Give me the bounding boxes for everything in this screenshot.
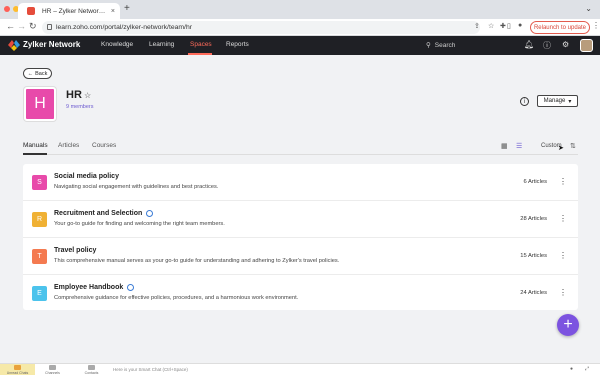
star-icon[interactable]: ☆ xyxy=(84,91,91,100)
more-options-icon[interactable]: ⋮ xyxy=(559,251,567,260)
smart-chat-input[interactable]: Here is your Smart Chat (Ctrl+Space) xyxy=(113,367,188,372)
browser-tab-strip: HR – Zylker Network – Zoho L... × + ⌄ xyxy=(0,0,600,19)
manual-title: Social media policy xyxy=(54,173,119,180)
expand-icon[interactable]: ⤢ xyxy=(585,366,589,372)
address-bar-row: ← → ↻ learn.zoho.com/portal/zylker-netwo… xyxy=(0,19,600,36)
manual-description: Your go-to guide for finding and welcomi… xyxy=(54,221,225,227)
back-button[interactable]: ← Back xyxy=(23,68,52,79)
url-field[interactable]: learn.zoho.com/portal/zylker-network/tea… xyxy=(42,21,480,34)
user-avatar[interactable] xyxy=(580,39,593,52)
content-tabs: Manuals Articles Courses ▦ ☰ Custom ➤ ⇅ xyxy=(23,142,578,155)
manual-title: Travel policy xyxy=(54,247,97,254)
manual-description: Comprehensive guidance for effective pol… xyxy=(54,295,299,301)
sidebar-icon[interactable]: ▯ xyxy=(507,22,511,30)
article-count: 28 Articles xyxy=(520,216,547,222)
manage-button[interactable]: Manage ▾ xyxy=(537,95,578,107)
extensions-icon[interactable]: ✚ xyxy=(500,22,506,30)
nav-learning[interactable]: Learning xyxy=(149,41,174,48)
nav-reports[interactable]: Reports xyxy=(226,41,249,48)
manual-title: Recruitment and Selection xyxy=(54,210,154,217)
help-icon[interactable]: ⓘ xyxy=(543,40,551,51)
settings-icon[interactable]: ⚙ xyxy=(562,40,569,49)
globe-icon xyxy=(146,210,154,217)
forward-icon[interactable]: → xyxy=(17,21,26,31)
tab-articles[interactable]: Articles xyxy=(58,142,79,149)
main-content: ← Back H HR ☆ 9 members i Manage ▾ Manua… xyxy=(0,55,600,363)
space-avatar: H xyxy=(24,87,56,121)
manual-description: This comprehensive manual serves as your… xyxy=(54,258,340,264)
back-icon[interactable]: ← xyxy=(6,21,15,31)
tab-courses[interactable]: Courses xyxy=(92,142,116,149)
unread-chats-button[interactable]: Unread Chats xyxy=(0,364,35,375)
list-item[interactable]: T Travel policy This comprehensive manua… xyxy=(23,238,578,275)
chat-icon xyxy=(14,365,21,370)
tab-title: HR – Zylker Network – Zoho L... xyxy=(42,7,107,15)
sort-icon[interactable]: ⇅ xyxy=(570,142,576,150)
article-count: 15 Articles xyxy=(520,253,547,259)
more-options-icon[interactable]: ⋮ xyxy=(559,288,567,297)
app-header: Zylker Network Knowledge Learning Spaces… xyxy=(0,36,600,55)
active-tab-indicator xyxy=(23,153,47,155)
manual-description: Navigating social engagement with guidel… xyxy=(54,184,219,190)
bookmark-icon[interactable]: ☆ xyxy=(488,22,494,30)
back-label: Back xyxy=(35,70,48,77)
mic-icon[interactable]: ● xyxy=(570,366,573,372)
menu-icon[interactable]: ⋮ xyxy=(592,21,600,30)
lock-icon xyxy=(47,24,52,30)
channels-icon xyxy=(49,365,56,370)
add-fab-button[interactable]: + xyxy=(557,314,579,336)
tab-close-icon[interactable]: × xyxy=(111,8,115,15)
tab-search-icon[interactable]: ⌄ xyxy=(585,4,592,13)
nav-spaces[interactable]: Spaces xyxy=(190,41,212,48)
search-icon: ⚲ xyxy=(426,42,431,49)
list-item[interactable]: E Employee Handbook Comprehensive guidan… xyxy=(23,275,578,312)
zylker-logo-icon xyxy=(8,40,20,51)
browser-tab[interactable]: HR – Zylker Network – Zoho L... × xyxy=(18,3,120,19)
search-placeholder: Search xyxy=(434,41,456,49)
manual-icon: E xyxy=(32,286,47,301)
manage-label: Manage xyxy=(543,98,566,104)
manual-icon: T xyxy=(32,249,47,264)
list-item[interactable]: S Social media policy Navigating social … xyxy=(23,164,578,201)
manuals-list: S Social media policy Navigating social … xyxy=(23,164,578,310)
search-box[interactable]: ⚲ Search xyxy=(426,41,456,50)
more-options-icon[interactable]: ⋮ xyxy=(559,177,567,186)
manual-icon: S xyxy=(32,175,47,190)
contacts-icon xyxy=(88,365,95,370)
mouse-cursor-icon: ➤ xyxy=(558,145,564,152)
globe-icon xyxy=(127,284,135,291)
list-item[interactable]: R Recruitment and Selection Your go-to g… xyxy=(23,201,578,238)
nav-knowledge[interactable]: Knowledge xyxy=(101,41,133,48)
tab-manuals[interactable]: Manuals xyxy=(23,142,48,149)
info-icon[interactable]: i xyxy=(520,97,529,106)
caret-down-icon: ▾ xyxy=(568,98,572,105)
list-view-icon[interactable]: ☰ xyxy=(516,142,522,150)
contacts-button[interactable]: Contacts xyxy=(74,364,109,375)
grid-view-icon[interactable]: ▦ xyxy=(501,142,508,150)
manual-icon: R xyxy=(32,212,47,227)
manual-title: Employee Handbook xyxy=(54,284,135,291)
relaunch-button[interactable]: Relaunch to update xyxy=(530,21,590,34)
more-options-icon[interactable]: ⋮ xyxy=(559,214,567,223)
bell-icon[interactable]: 🔔︎ xyxy=(524,40,534,49)
reload-icon[interactable]: ↻ xyxy=(29,21,37,32)
chat-bar: Unread Chats Channels Contacts Here is y… xyxy=(0,363,600,375)
new-tab-button[interactable]: + xyxy=(124,3,130,14)
article-count: 24 Articles xyxy=(520,290,547,296)
share-icon[interactable]: ⇪ xyxy=(474,22,480,30)
arrow-left-icon: ← xyxy=(27,70,34,77)
profile-icon[interactable]: ● xyxy=(518,22,522,29)
space-title: HR xyxy=(66,89,82,101)
channels-button[interactable]: Channels xyxy=(35,364,70,375)
zoho-favicon-icon xyxy=(27,7,35,15)
members-link[interactable]: 9 members xyxy=(66,104,94,110)
url-text: learn.zoho.com/portal/zylker-network/tea… xyxy=(56,24,192,31)
article-count: 6 Articles xyxy=(523,179,547,185)
brand-name: Zylker Network xyxy=(23,40,81,49)
